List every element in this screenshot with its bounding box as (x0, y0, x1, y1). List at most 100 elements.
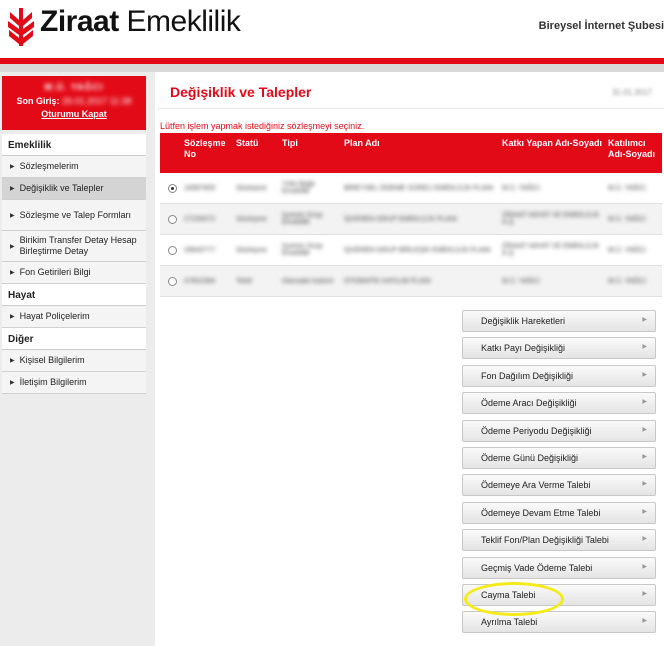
action-button-label: Ödeme Aracı Değişikliği (481, 398, 577, 409)
table-cell: ZİRAAT HAYAT VE EMEKLİLİK A.Ş. (502, 243, 600, 257)
header-status: Statü (236, 138, 259, 148)
header-grey-bar (0, 64, 664, 72)
header-type: Tipi (282, 138, 298, 148)
table-cell: Teklif (236, 277, 252, 285)
arrow-right-icon: ▶ (642, 317, 647, 323)
table-row[interactable]: 29640777 Sözleşme İşveren Grup Emeklilik İŞ… (160, 235, 662, 266)
action-button[interactable]: Değişiklik Hareketleri ▶ (462, 310, 656, 332)
action-button[interactable]: Ödeme Günü Değişikliği ▶ (462, 446, 656, 469)
sidebar-item[interactable]: ▶ Kişisel Bilgilerim (2, 350, 146, 372)
table-cell: İŞVEREN GRUP EMEKLİLİK PLANI (344, 215, 458, 223)
header-contract-no: Sözleşme No (184, 138, 226, 159)
action-button-label: Ödeme Periyodu Değişikliği (481, 425, 592, 436)
action-button-label: Cayma Talebi (481, 589, 536, 600)
arrow-right-icon: ▶ (642, 344, 647, 351)
action-button[interactable]: Ödeme Aracı Değişikliği ▶ (462, 392, 656, 415)
main-content: Değişiklik ve Talepler 31.01.2017 Lütfen… (158, 72, 664, 646)
action-button-label: Katkı Payı Değişikliği (481, 343, 566, 354)
arrow-right-icon: ▶ (642, 453, 647, 460)
contract-radio[interactable] (167, 245, 177, 255)
table-cell: Sözleşme (236, 246, 267, 254)
sidebar-item[interactable]: ▶ Sözleşme ve Talep Formları (2, 200, 146, 231)
table-cell: Sözleşme (236, 184, 267, 192)
contract-radio[interactable] (167, 276, 177, 286)
action-button-label: Değişiklik Hareketleri (481, 316, 566, 326)
table-cell: Sözleşme (236, 215, 267, 223)
triangle-right-icon: ▶ (10, 164, 15, 170)
contract-radio[interactable] (167, 183, 177, 193)
select-contract-notice: Lütfen işlem yapmak istediğiniz sözleşme… (160, 121, 365, 131)
action-button[interactable]: Teklif Fon/Plan Değişikliği Talebi ▶ (462, 529, 656, 552)
brand-name[interactable]: Ziraat Emeklilik (40, 5, 241, 39)
header-participant: Katılımcı Adı-Soyadı (608, 138, 656, 159)
action-button[interactable]: Katkı Payı Değişikliği ▶ (462, 337, 656, 360)
contracts-table: Sözleşme No Statü Tipi Plan Adı Katkı Ya… (160, 133, 662, 297)
sidebar-item[interactable]: ▶ Sözleşmelerim (2, 156, 146, 178)
action-button-label: Ayrılma Talebi (481, 617, 538, 628)
table-cell: Yıllık Bağlı Emeklilik (282, 181, 316, 195)
action-button[interactable]: Fon Dağılım Değişikliği ▶ (462, 364, 656, 387)
table-row[interactable]: 47602384 Teklif Otomatik Katılım OTOMATİK K… (160, 266, 662, 297)
table-cell: ZİRAAT HAYAT VE EMEKLİLİK A.Ş. (502, 212, 600, 226)
table-cell: M.Ü. YAĞCI (608, 215, 646, 223)
triangle-right-icon: ▶ (10, 212, 15, 219)
user-info-box: M.Ü. YAĞCI Son Giriş: 26.01.2017 11:38 O… (2, 76, 146, 130)
arrow-right-icon: ▶ (642, 399, 647, 406)
sidebar: M.Ü. YAĞCI Son Giriş: 26.01.2017 11:38 O… (0, 72, 155, 646)
triangle-right-icon: ▶ (10, 243, 15, 250)
sidebar-item-label: Fon Getirileri Bilgi (19, 267, 91, 277)
table-cell: 27230072 (184, 215, 216, 223)
triangle-right-icon: ▶ (10, 380, 15, 386)
action-button-label: Fon Dağılım Değişikliği (481, 370, 574, 381)
sidebar-item[interactable]: ▶ Birikim Transfer Detay Hesap Birleştirm… (2, 231, 146, 262)
arrow-right-icon: ▶ (642, 536, 647, 543)
arrow-right-icon: ▶ (642, 426, 647, 433)
triangle-right-icon: ▶ (10, 186, 15, 192)
sidebar-item[interactable]: ▶ Hayat Poliçelerim (2, 306, 146, 328)
table-cell: BİREYSEL ÖDEME SÜRELİ EMEKLİLİK PLANI (344, 184, 494, 192)
current-date: 31.01.2017 (611, 88, 652, 97)
ziraat-wheat-logo-icon (8, 8, 34, 46)
action-button[interactable]: Cayma Talebi ▶ (462, 583, 656, 606)
table-cell: M.Ü. YAĞCI (608, 184, 646, 192)
table-cell: M.Ü. YAĞCI (502, 277, 540, 285)
action-button[interactable]: Ödeme Periyodu Değişikliği ▶ (462, 419, 656, 442)
sidebar-item[interactable]: ▶ Değişiklik ve Talepler (2, 178, 146, 200)
action-button-label: Teklif Fon/Plan Değişikliği Talebi (481, 535, 609, 546)
action-button[interactable]: Geçmiş Vade Ödeme Talebi ▶ (462, 556, 656, 579)
sidebar-item-label: Kişisel Bilgilerim (19, 355, 85, 365)
sidebar-item-label: İletişim Bilgilerim (19, 377, 87, 387)
action-buttons: Değişiklik Hareketleri ▶ Katkı Payı Değişi… (462, 310, 656, 639)
header: Ziraat Emeklilik Bireysel İnternet Şubes… (0, 0, 664, 58)
contract-radio[interactable] (167, 214, 177, 224)
action-button[interactable]: Ödemeye Ara Verme Talebi ▶ (462, 474, 656, 497)
sidebar-item-label: Sözleşme ve Talep Formları (19, 209, 131, 220)
table-cell: M.Ü. YAĞCI (502, 184, 540, 192)
action-button-label: Ödeme Günü Değişikliği (481, 452, 579, 463)
action-button[interactable]: Ödemeye Devam Etme Talebi ▶ (462, 501, 656, 524)
arrow-right-icon: ▶ (642, 481, 647, 488)
sidebar-item-label: Hayat Poliçelerim (19, 311, 90, 321)
table-cell: Otomatik Katılım (282, 277, 334, 285)
triangle-right-icon: ▶ (10, 270, 15, 276)
arrow-right-icon: ▶ (642, 508, 647, 515)
sidebar-item-label: Sözleşmelerim (19, 161, 79, 171)
arrow-right-icon: ▶ (642, 618, 647, 625)
table-row[interactable]: 16997609 Sözleşme Yıllık Bağlı Emeklilik Bİ… (160, 173, 662, 204)
arrow-right-icon: ▶ (642, 371, 647, 378)
table-cell: M.Ü. YAĞCI (608, 246, 646, 254)
logout-link[interactable]: Oturumu Kapat (2, 109, 146, 119)
sidebar-item[interactable]: ▶ Fon Getirileri Bilgi (2, 262, 146, 284)
title-divider (158, 108, 664, 109)
table-cell: İŞVEREN GRUP BİRLEŞİK EMEKLİLİK PLANI (344, 246, 491, 254)
table-cell: OTOMATİK KATILIM PLANI (344, 277, 431, 285)
sidebar-item-label: Birikim Transfer Detay Hesap Birleştirme… (19, 235, 137, 256)
table-row[interactable]: 27230072 Sözleşme İşveren Grup Emeklilik İŞ… (160, 204, 662, 235)
sidebar-item[interactable]: ▶ İletişim Bilgilerim (2, 372, 146, 394)
action-button[interactable]: Ayrılma Talebi ▶ (462, 611, 656, 634)
table-cell: 16997609 (184, 184, 216, 192)
table-cell: İşveren Grup Emeklilik (282, 212, 323, 226)
table-body: 16997609 Sözleşme Yıllık Bağlı Emeklilik Bİ… (160, 173, 662, 297)
sidebar-item-label: Değişiklik ve Talepler (19, 183, 104, 193)
arrow-right-icon: ▶ (642, 590, 647, 597)
